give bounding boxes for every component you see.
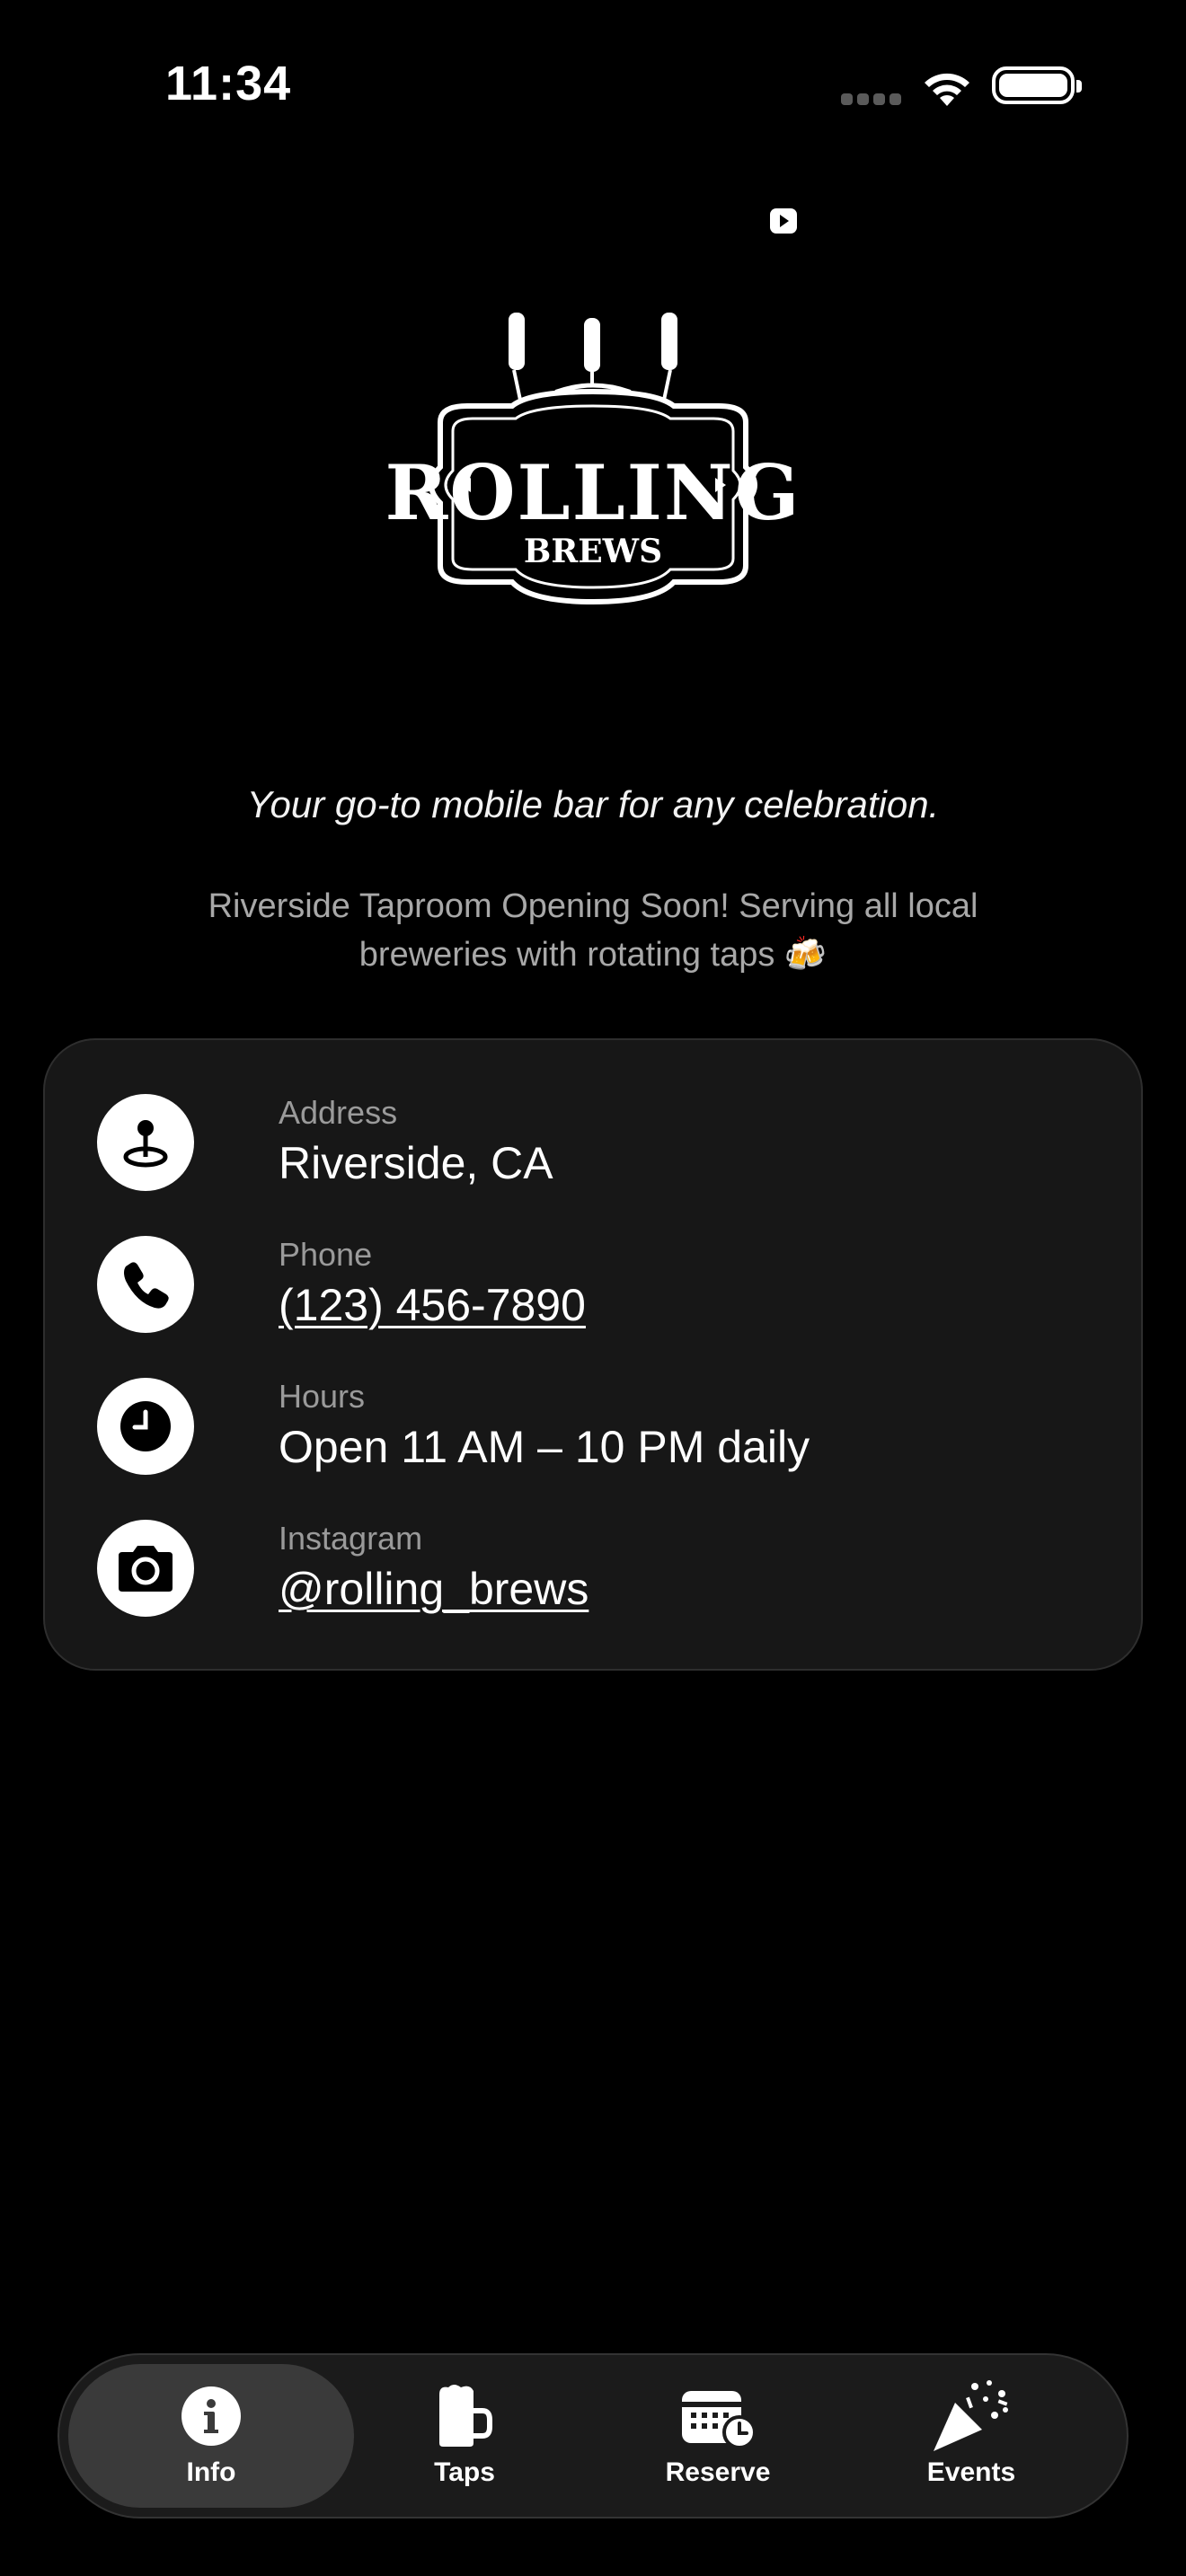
address-value: Riverside, CA bbox=[279, 1138, 553, 1188]
announcement-text: Riverside Taproom Opening Soon! Serving … bbox=[208, 887, 978, 974]
hours-value: Open 11 AM – 10 PM daily bbox=[279, 1422, 810, 1472]
phone-row[interactable]: Phone (123) 456-7890 bbox=[97, 1236, 1085, 1335]
info-icon bbox=[181, 2380, 242, 2452]
rolling-brews-logo: ROLLING BREWS bbox=[385, 313, 801, 605]
tab-events-label: Events bbox=[926, 2457, 1016, 2487]
phone-label: Phone bbox=[279, 1236, 373, 1273]
address-label: Address bbox=[279, 1094, 398, 1131]
map-pin-icon bbox=[97, 1094, 194, 1191]
tab-taps[interactable]: Taps bbox=[322, 2364, 607, 2508]
status-time: 11:34 bbox=[165, 57, 292, 110]
phone-link[interactable]: (123) 456-7890 bbox=[279, 1279, 586, 1331]
beer-mug-icon bbox=[434, 2380, 495, 2452]
hours-label: Hours bbox=[279, 1378, 366, 1415]
tab-info-label: Info bbox=[186, 2457, 236, 2487]
calendar-clock-icon bbox=[678, 2380, 757, 2452]
tab-bar: Info Taps Reserve Events bbox=[58, 2353, 1128, 2519]
clock-icon bbox=[97, 1378, 194, 1475]
instagram-label: Instagram bbox=[279, 1520, 423, 1557]
wifi-icon bbox=[925, 73, 969, 106]
tab-reserve-label: Reserve bbox=[665, 2457, 771, 2487]
video-play-icon[interactable] bbox=[769, 207, 798, 235]
tab-taps-label: Taps bbox=[434, 2457, 495, 2487]
address-row[interactable]: Address Riverside, CA bbox=[97, 1094, 1085, 1193]
tab-info[interactable]: Info bbox=[68, 2364, 354, 2508]
camera-icon bbox=[97, 1520, 194, 1617]
instagram-link[interactable]: @rolling_brews bbox=[279, 1563, 589, 1615]
tab-reserve[interactable]: Reserve bbox=[575, 2364, 861, 2508]
phone-icon bbox=[97, 1236, 194, 1333]
party-popper-icon bbox=[930, 2380, 1013, 2452]
tagline: Your go-to mobile bar for any celebratio… bbox=[246, 783, 940, 825]
info-card: Address Riverside, CA Phone (123) 456-78… bbox=[43, 1038, 1143, 1671]
battery-icon bbox=[992, 66, 1082, 104]
logo-line2: BREWS bbox=[524, 533, 662, 570]
logo-line1: ROLLING bbox=[385, 448, 801, 537]
instagram-row[interactable]: Instagram @rolling_brews bbox=[97, 1520, 1085, 1619]
tab-events[interactable]: Events bbox=[828, 2364, 1114, 2508]
hours-row: Hours Open 11 AM – 10 PM daily bbox=[97, 1378, 1085, 1477]
